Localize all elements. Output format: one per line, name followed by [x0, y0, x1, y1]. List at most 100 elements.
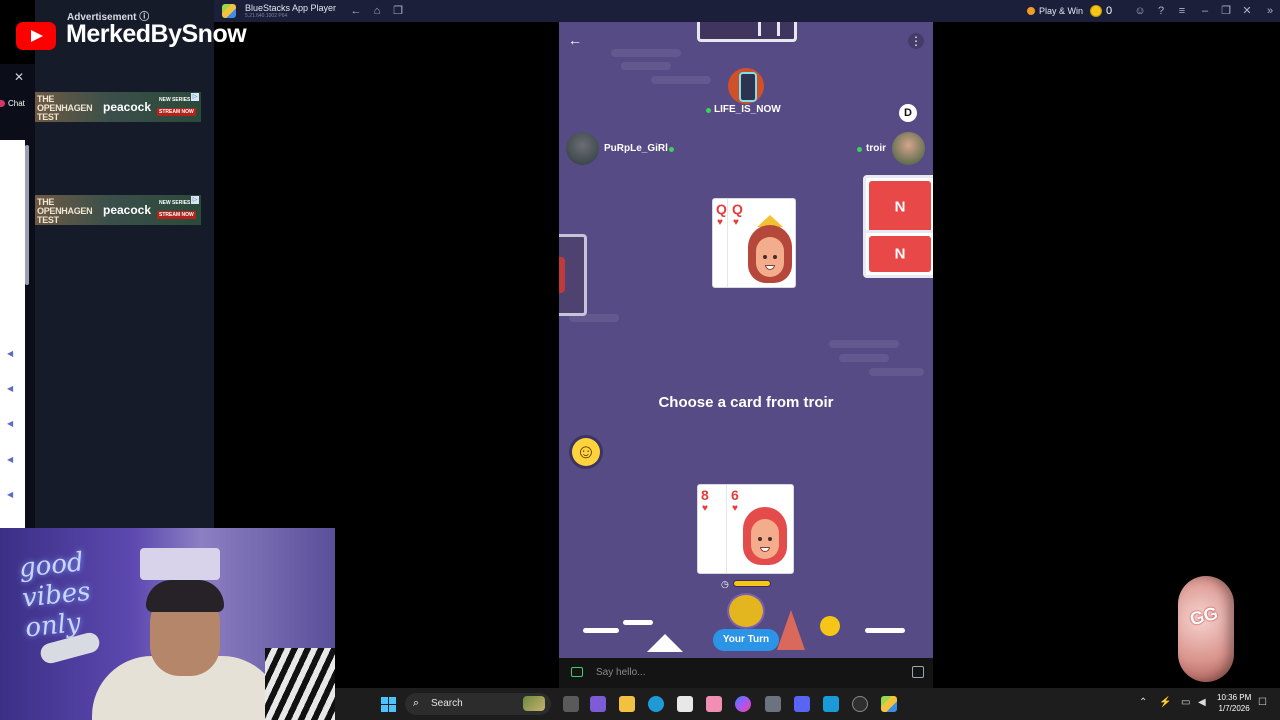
bluestacks-titlebar: BlueStacks App Player 5.21.640.1002 P64 …: [214, 0, 1280, 22]
card-rank: 6: [731, 487, 739, 503]
channel-name: MerkedBySnow: [66, 20, 247, 48]
card-face: 6 ♥: [726, 485, 793, 573]
emoji-button[interactable]: ☺: [569, 435, 603, 469]
cloud-decoration: [869, 368, 924, 376]
settings-icon[interactable]: [765, 696, 781, 712]
windows-start-icon[interactable]: [381, 697, 396, 712]
wifi-icon[interactable]: ▭: [1181, 697, 1190, 708]
taskbar-clock[interactable]: 10:36 PM 1/7/2026: [1217, 692, 1251, 714]
back-arrow-icon[interactable]: ←: [568, 33, 582, 47]
app-title: BlueStacks App Player: [245, 3, 337, 13]
ad-panel: Advertisement ⓘ THE OPENHAGEN TEST peaco…: [35, 0, 214, 528]
sticker-text: GG: [1187, 602, 1220, 630]
search-highlight-icon: [523, 696, 545, 711]
heart-icon: ♥: [733, 217, 739, 228]
speaker-icon[interactable]: ◀: [7, 491, 15, 499]
heart-icon: ♥: [732, 503, 738, 514]
chat-icon: [571, 667, 583, 677]
chevron-up-icon[interactable]: ⌃: [1139, 697, 1147, 708]
snow-decoration: [865, 628, 905, 633]
ad-banner[interactable]: THE OPENHAGEN TEST peacock NEW SERIES ST…: [35, 92, 201, 122]
speaker-icon[interactable]: ◀: [7, 350, 15, 358]
recent-apps-icon[interactable]: ❐: [392, 5, 404, 17]
timer-icon: ◷: [721, 579, 729, 589]
card-face-queen: Q ♥: [727, 199, 795, 287]
top-player-avatar[interactable]: [728, 68, 764, 104]
ad-choices-icon[interactable]: ▷: [191, 196, 199, 204]
ad-banner-cta: STREAM NOW: [157, 108, 196, 116]
play-win-icon: [1027, 7, 1035, 15]
speaker-icon[interactable]: ◀: [7, 385, 15, 393]
turn-timer-bar: [733, 580, 771, 587]
card-rank: Q: [732, 201, 743, 217]
volume-icon[interactable]: ◀: [1198, 697, 1206, 708]
speaker-icon[interactable]: ◀: [7, 420, 15, 428]
card-back-letter: N: [894, 245, 906, 263]
ad-banner-cta: STREAM NOW: [157, 211, 196, 219]
menu-icon[interactable]: ≡: [1176, 5, 1188, 17]
clock-date: 1/7/2026: [1218, 704, 1250, 713]
taskbar-search[interactable]: ⌕ Search: [405, 693, 551, 715]
bluestacks-logo-icon: [222, 4, 236, 18]
ad-banner-brand: peacock: [103, 100, 152, 114]
close-icon[interactable]: ✕: [14, 70, 24, 84]
copilot-icon[interactable]: [735, 696, 751, 712]
chat-input[interactable]: Say hello...: [596, 667, 645, 678]
app-icon[interactable]: [706, 696, 722, 712]
ad-choices-icon[interactable]: ▷: [191, 93, 199, 101]
ad-banner-brand: peacock: [103, 203, 152, 217]
sticker-icon[interactable]: [912, 666, 924, 678]
discord-icon[interactable]: [794, 696, 810, 712]
ad-banner-title: THE OPENHAGEN TEST: [37, 197, 93, 225]
ad-banner-title: THE OPENHAGEN TEST: [37, 94, 93, 122]
scrollbar[interactable]: [25, 145, 29, 285]
shelf: [140, 548, 220, 580]
minimize-icon[interactable]: –: [1199, 5, 1211, 17]
cloud-decoration: [829, 340, 899, 348]
obs-icon[interactable]: [852, 696, 868, 712]
gg-sticker: GG: [1178, 576, 1234, 682]
smiley-icon: ☺: [572, 438, 600, 466]
home-icon[interactable]: ⌂: [371, 5, 383, 17]
restore-icon[interactable]: ❐: [1220, 5, 1232, 17]
close-window-icon[interactable]: ✕: [1241, 5, 1253, 17]
bluestacks-taskbar-icon[interactable]: [881, 696, 897, 712]
help-icon[interactable]: ?: [1155, 5, 1167, 17]
more-options-icon[interactable]: ⋮: [908, 33, 924, 49]
my-avatar[interactable]: [727, 593, 765, 629]
ad-banner[interactable]: THE OPENHAGEN TEST peacock NEW SERIES ST…: [35, 195, 201, 225]
your-turn-badge: Your Turn: [713, 629, 779, 651]
search-icon: ⌕: [413, 697, 420, 709]
discarded-pair: Q ♥ Q ♥: [712, 198, 796, 288]
my-hand-cards[interactable]: 8 ♥ 6 ♥: [697, 484, 794, 574]
chat-bar: Say hello...: [559, 658, 933, 688]
zebra-print: [265, 648, 335, 720]
streamer-hair: [146, 580, 224, 612]
expand-icon[interactable]: »: [1264, 5, 1276, 17]
speaker-icon[interactable]: ◀: [7, 456, 15, 464]
teams-icon[interactable]: [590, 696, 606, 712]
dealer-badge: D: [899, 104, 917, 122]
file-explorer-icon[interactable]: [619, 696, 635, 712]
back-arrow-icon[interactable]: ←: [350, 5, 362, 17]
left-player-name: PuRpLe_GiRl: [604, 143, 668, 154]
opponent-card[interactable]: N: [863, 230, 933, 278]
cloud-decoration: [651, 76, 711, 84]
profile-icon[interactable]: ☺: [1134, 5, 1146, 17]
hill-decoration: [647, 634, 683, 652]
play-win-button[interactable]: Play & Win: [1039, 6, 1083, 16]
ad-banner-new: NEW SERIES: [159, 97, 191, 103]
cloud-decoration: [611, 49, 681, 57]
store-icon[interactable]: [677, 696, 693, 712]
network-icon[interactable]: ⚡: [1159, 697, 1171, 708]
task-view-icon[interactable]: [563, 696, 579, 712]
turn-prompt: Choose a card from troir: [658, 394, 834, 411]
left-player-avatar[interactable]: [566, 132, 599, 165]
chat-tab[interactable]: Chat: [8, 99, 25, 108]
card-back-letter: N: [894, 198, 906, 216]
notifications-icon[interactable]: ☐: [1258, 697, 1267, 708]
right-player-avatar[interactable]: [892, 132, 925, 165]
edge-icon[interactable]: [648, 696, 664, 712]
notepad-icon[interactable]: [823, 696, 839, 712]
online-status-icon: [857, 147, 862, 152]
